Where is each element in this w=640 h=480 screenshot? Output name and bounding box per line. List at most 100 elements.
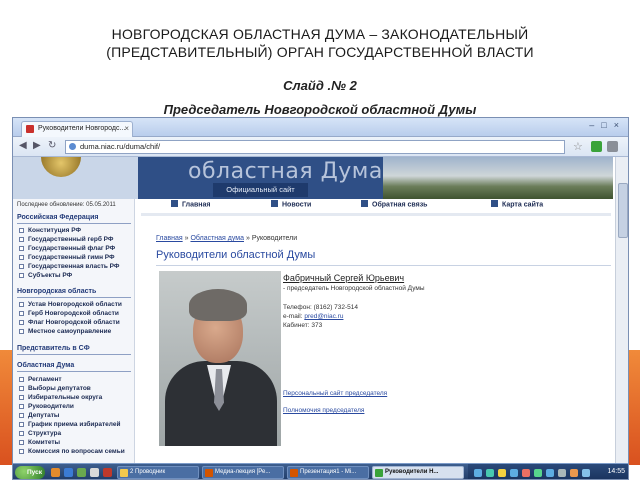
menu-bullet-icon <box>271 200 278 207</box>
back-icon[interactable]: ◀ <box>19 140 27 151</box>
bullet-icon <box>19 448 24 454</box>
taskbar-task-active[interactable]: Руководители Н... <box>372 466 464 479</box>
section-divider <box>17 297 131 298</box>
person-role: - председатель Новгородской областной Ду… <box>283 285 425 292</box>
tray-icon[interactable] <box>498 469 506 477</box>
bullet-icon <box>19 412 24 418</box>
page-tools-icon[interactable] <box>591 141 602 152</box>
person-name[interactable]: Фабричный Сергей Юрьевич <box>283 273 404 283</box>
bullet-icon <box>19 310 24 316</box>
tray-icon[interactable] <box>474 469 482 477</box>
chrome-icon <box>375 469 383 477</box>
banner-emblem-area <box>13 157 138 199</box>
title-divider <box>156 265 611 266</box>
tab-label: Руководители Новгородс... <box>38 125 126 132</box>
start-button[interactable]: Пуск <box>15 466 45 479</box>
sidebar-item[interactable]: Государственный гимн РФ <box>19 254 133 261</box>
media-icon[interactable] <box>103 468 112 477</box>
tray-icon[interactable] <box>570 469 578 477</box>
tray-icon[interactable] <box>510 469 518 477</box>
email-label: e-mail: <box>283 313 303 320</box>
globe-icon <box>69 143 76 150</box>
taskbar-task[interactable]: 2 Проводник <box>117 466 199 479</box>
menu-item-feedback[interactable]: Обратная связь <box>361 200 428 209</box>
menu-item-sitemap[interactable]: Карта сайта <box>491 200 543 209</box>
taskbar-task[interactable]: Медиа-лекция [Ре... <box>202 466 284 479</box>
tray-icon[interactable] <box>546 469 554 477</box>
banner-photo <box>383 157 613 199</box>
slide-number: Слайд .№ 2 <box>283 78 357 93</box>
chairman-photo <box>159 271 281 446</box>
close-icon[interactable]: × <box>614 120 626 130</box>
sidebar-item[interactable]: Государственный герб РФ <box>19 236 133 243</box>
breadcrumb: Главная » Областная дума » Руководители <box>156 235 297 242</box>
sidebar-item[interactable]: Депутаты <box>19 412 133 419</box>
bullet-icon <box>19 430 24 436</box>
slide-title-line1: НОВГОРОДСКАЯ ОБЛАСТНАЯ ДУМА – ЗАКОНОДАТЕ… <box>111 26 529 42</box>
bullet-icon <box>19 272 24 278</box>
settings-wrench-icon[interactable] <box>607 141 618 152</box>
desktop-icon[interactable] <box>90 468 99 477</box>
sidebar-section-title[interactable]: Российская Федерация <box>17 214 98 221</box>
tray-icon[interactable] <box>558 469 566 477</box>
tab-close-icon[interactable]: × <box>124 122 129 136</box>
volume-icon[interactable] <box>582 469 590 477</box>
menu-item-news[interactable]: Новости <box>271 200 311 209</box>
ie-icon[interactable] <box>64 468 73 477</box>
bullet-icon <box>19 319 24 325</box>
slide-title-line2: (ПРЕДСТАВИТЕЛЬНЫЙ) ОРГАН ГОСУДАРСТВЕННОЙ… <box>106 44 534 60</box>
sidebar-item[interactable]: Структура <box>19 430 133 437</box>
sidebar-item[interactable]: График приема избирателей <box>19 421 133 428</box>
sidebar-item[interactable]: Устав Новгородской области <box>19 301 133 308</box>
email-link[interactable]: pred@niac.ru <box>304 313 343 320</box>
taskbar-task[interactable]: Презентация1 - Mi... <box>287 466 369 479</box>
sidebar-item[interactable]: Руководители <box>19 403 133 410</box>
breadcrumb-home[interactable]: Главная <box>156 235 183 242</box>
sidebar-item[interactable]: Комитеты <box>19 439 133 446</box>
personal-site-link[interactable]: Персональный сайт председателя <box>283 390 387 397</box>
breadcrumb-parent[interactable]: Областная дума <box>190 235 244 242</box>
tray-icon[interactable] <box>522 469 530 477</box>
sidebar-item[interactable]: Местное самоуправление <box>19 328 133 335</box>
tray-icon[interactable] <box>486 469 494 477</box>
sidebar-item[interactable]: Субъекты РФ <box>19 272 133 279</box>
sidebar-item[interactable]: Регламент <box>19 376 133 383</box>
sidebar-item[interactable]: Государственный флаг РФ <box>19 245 133 252</box>
browser-tab[interactable]: Руководители Новгородс... × <box>21 121 133 137</box>
menu-bullet-icon <box>171 200 178 207</box>
page-scrollbar[interactable] <box>615 157 628 479</box>
scroll-thumb[interactable] <box>618 183 628 238</box>
chrome-icon[interactable] <box>77 468 86 477</box>
site-banner: областная Дума Официальный сайт <box>13 157 613 199</box>
minimize-icon[interactable]: – <box>589 120 601 130</box>
sidebar-item[interactable]: Комиссия по вопросам семьи <box>19 448 133 455</box>
menu-item-home[interactable]: Главная <box>171 200 210 209</box>
reload-icon[interactable]: ↻ <box>48 140 56 151</box>
menu-bullet-icon <box>361 200 368 207</box>
breadcrumb-separator: » <box>245 235 250 242</box>
browser-titlebar: Руководители Новгородс... × –□× <box>13 118 628 137</box>
forward-icon[interactable]: ▶ <box>33 140 41 151</box>
sidebar-item[interactable]: Флаг Новгородской области <box>19 319 133 326</box>
bullet-icon <box>19 245 24 251</box>
sidebar-item[interactable]: Герб Новгородской области <box>19 310 133 317</box>
maximize-icon[interactable]: □ <box>601 120 613 130</box>
sidebar-item[interactable]: Избирательные округа <box>19 394 133 401</box>
powers-link[interactable]: Полномочия председателя <box>283 407 364 414</box>
tray-icon[interactable] <box>534 469 542 477</box>
sidebar-item[interactable]: Конституция РФ <box>19 227 133 234</box>
clock[interactable]: 14:55 <box>607 468 625 475</box>
page-favicon-icon <box>26 125 34 133</box>
sidebar-section-title[interactable]: Областная Дума <box>17 362 74 369</box>
breadcrumb-current: Руководители <box>251 235 298 242</box>
bookmark-star-icon[interactable]: ☆ <box>573 140 583 153</box>
sidebar-section-title[interactable]: Представитель в СФ <box>17 345 90 352</box>
sidebar-item[interactable]: Выборы депутатов <box>19 385 133 392</box>
powerpoint-icon <box>205 469 213 477</box>
person-office: Кабинет: 373 <box>283 322 323 329</box>
bullet-icon <box>19 236 24 242</box>
address-bar[interactable]: duma.niac.ru/duma/chif/ <box>65 140 565 154</box>
sidebar-item[interactable]: Государственная власть РФ <box>19 263 133 270</box>
sidebar-section-title[interactable]: Новгородская область <box>17 288 96 295</box>
quicklaunch-icon[interactable] <box>51 468 60 477</box>
